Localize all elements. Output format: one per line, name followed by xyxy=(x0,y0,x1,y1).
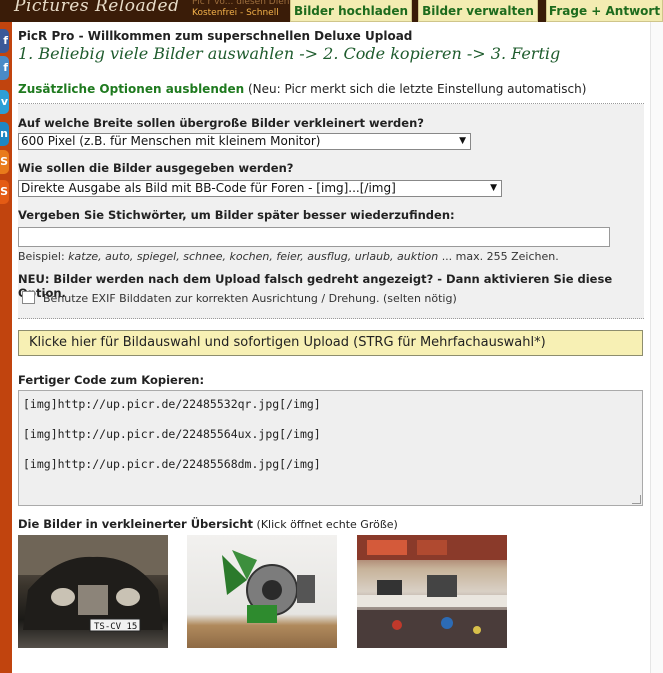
engine-photo-graphic xyxy=(222,550,315,623)
example-suffix: ... max. 255 Zeichen. xyxy=(441,250,559,263)
hide-options-link[interactable]: Zusätzliche Optionen ausblenden xyxy=(18,82,244,96)
tagline-line-2: Kostenfrei - Schnell xyxy=(192,8,279,18)
thumbnail-engine[interactable] xyxy=(187,535,337,648)
stumbleupon-share-icon[interactable]: S xyxy=(0,150,9,174)
facebook-share-icon[interactable]: f xyxy=(0,29,9,53)
width-select[interactable]: 600 Pixel (z.B. für Menschen mit kleinem… xyxy=(18,133,471,150)
output-select-value: Direkte Ausgabe als Bild mit BB-Code für… xyxy=(21,181,396,195)
thumbnails-label-row: Die Bilder in verkleinerter Übersicht (K… xyxy=(18,517,398,531)
top-header-bar: Pictures Reloaded Pic r vo... diesen Die… xyxy=(0,0,663,22)
share-more-icon[interactable]: S xyxy=(0,180,9,204)
twitter-share-icon[interactable]: v xyxy=(0,90,9,114)
width-label: Auf welche Breite sollen übergroße Bilde… xyxy=(18,116,424,130)
code-line: [img]http://up.picr.de/22485532qr.jpg[/i… xyxy=(23,397,321,411)
output-select[interactable]: Direkte Ausgabe als Bild mit BB-Code für… xyxy=(18,180,502,197)
keywords-input[interactable] xyxy=(18,227,610,247)
tab-bilder-hochladen[interactable]: Bilder hochladen xyxy=(290,0,412,22)
thumbnail-workshop[interactable] xyxy=(357,535,507,648)
workshop-photo-graphic xyxy=(357,535,507,648)
width-select-value: 600 Pixel (z.B. für Menschen mit kleinem… xyxy=(21,134,321,148)
facebook-like-icon[interactable]: f xyxy=(0,56,9,80)
page-heading: PicR Pro - Willkommen zum superschnellen… xyxy=(18,29,413,43)
code-line: [img]http://up.picr.de/22485564ux.jpg[/i… xyxy=(23,427,321,441)
site-logo[interactable]: Pictures Reloaded xyxy=(14,0,179,16)
thumbnails-label: Die Bilder in verkleinerter Übersicht xyxy=(18,517,254,531)
output-label: Wie sollen die Bilder ausgegeben werden? xyxy=(18,161,294,175)
code-label: Fertiger Code zum Kopieren: xyxy=(18,373,205,387)
steps-instructions: 1. Beliebig viele Bilder auswahlen -> 2.… xyxy=(18,44,561,63)
exif-checkbox[interactable] xyxy=(22,291,35,304)
example-prefix: Beispiel: xyxy=(18,250,65,263)
thumbnails-note: (Klick öffnet echte Größe) xyxy=(256,518,398,531)
chevron-down-icon: ▼ xyxy=(459,136,466,146)
tab-frage-antwort[interactable]: Frage + Antwort xyxy=(546,0,663,22)
tagline-line-1: Pic r vo... diesen Dien xyxy=(192,0,290,7)
upload-button[interactable]: Klicke hier für Bildauswahl und sofortig… xyxy=(18,330,643,356)
resize-handle-icon[interactable] xyxy=(632,495,641,504)
keywords-label: Vergeben Sie Stichwörter, um Bilder spät… xyxy=(18,208,455,222)
license-plate-text: TS-CV 15 xyxy=(94,622,137,632)
code-textarea[interactable]: [img]http://up.picr.de/22485532qr.jpg[/i… xyxy=(18,390,643,506)
options-toggle-row: Zusätzliche Optionen ausblenden (Neu: Pi… xyxy=(18,82,586,96)
site-tagline: Pic r vo... diesen Dien Kostenfrei - Sch… xyxy=(192,0,289,19)
options-note: (Neu: Picr merkt sich die letzte Einstel… xyxy=(247,82,587,96)
car-photo-graphic: TS-CV 15 xyxy=(18,535,168,632)
keywords-example: Beispiel: katze, auto, spiegel, schnee, … xyxy=(18,250,559,263)
left-orange-strip xyxy=(0,22,12,673)
tab-bilder-verwalten[interactable]: Bilder verwalten xyxy=(418,0,538,22)
linkedin-share-icon[interactable]: in xyxy=(0,122,9,146)
exif-checkbox-row[interactable]: Benutze EXIF Bilddaten zur korrekten Aus… xyxy=(22,291,457,305)
exif-checkbox-label: Benutze EXIF Bilddaten zur korrekten Aus… xyxy=(43,292,457,305)
example-words: katze, auto, spiegel, schnee, kochen, fe… xyxy=(68,250,439,263)
thumbnail-car[interactable]: TS-CV 15 xyxy=(18,535,168,648)
vertical-scrollbar[interactable] xyxy=(650,22,663,673)
options-panel: Auf welche Breite sollen übergroße Bilde… xyxy=(18,104,644,319)
chevron-down-icon: ▼ xyxy=(490,183,497,193)
code-line: [img]http://up.picr.de/22485568dm.jpg[/i… xyxy=(23,457,321,471)
